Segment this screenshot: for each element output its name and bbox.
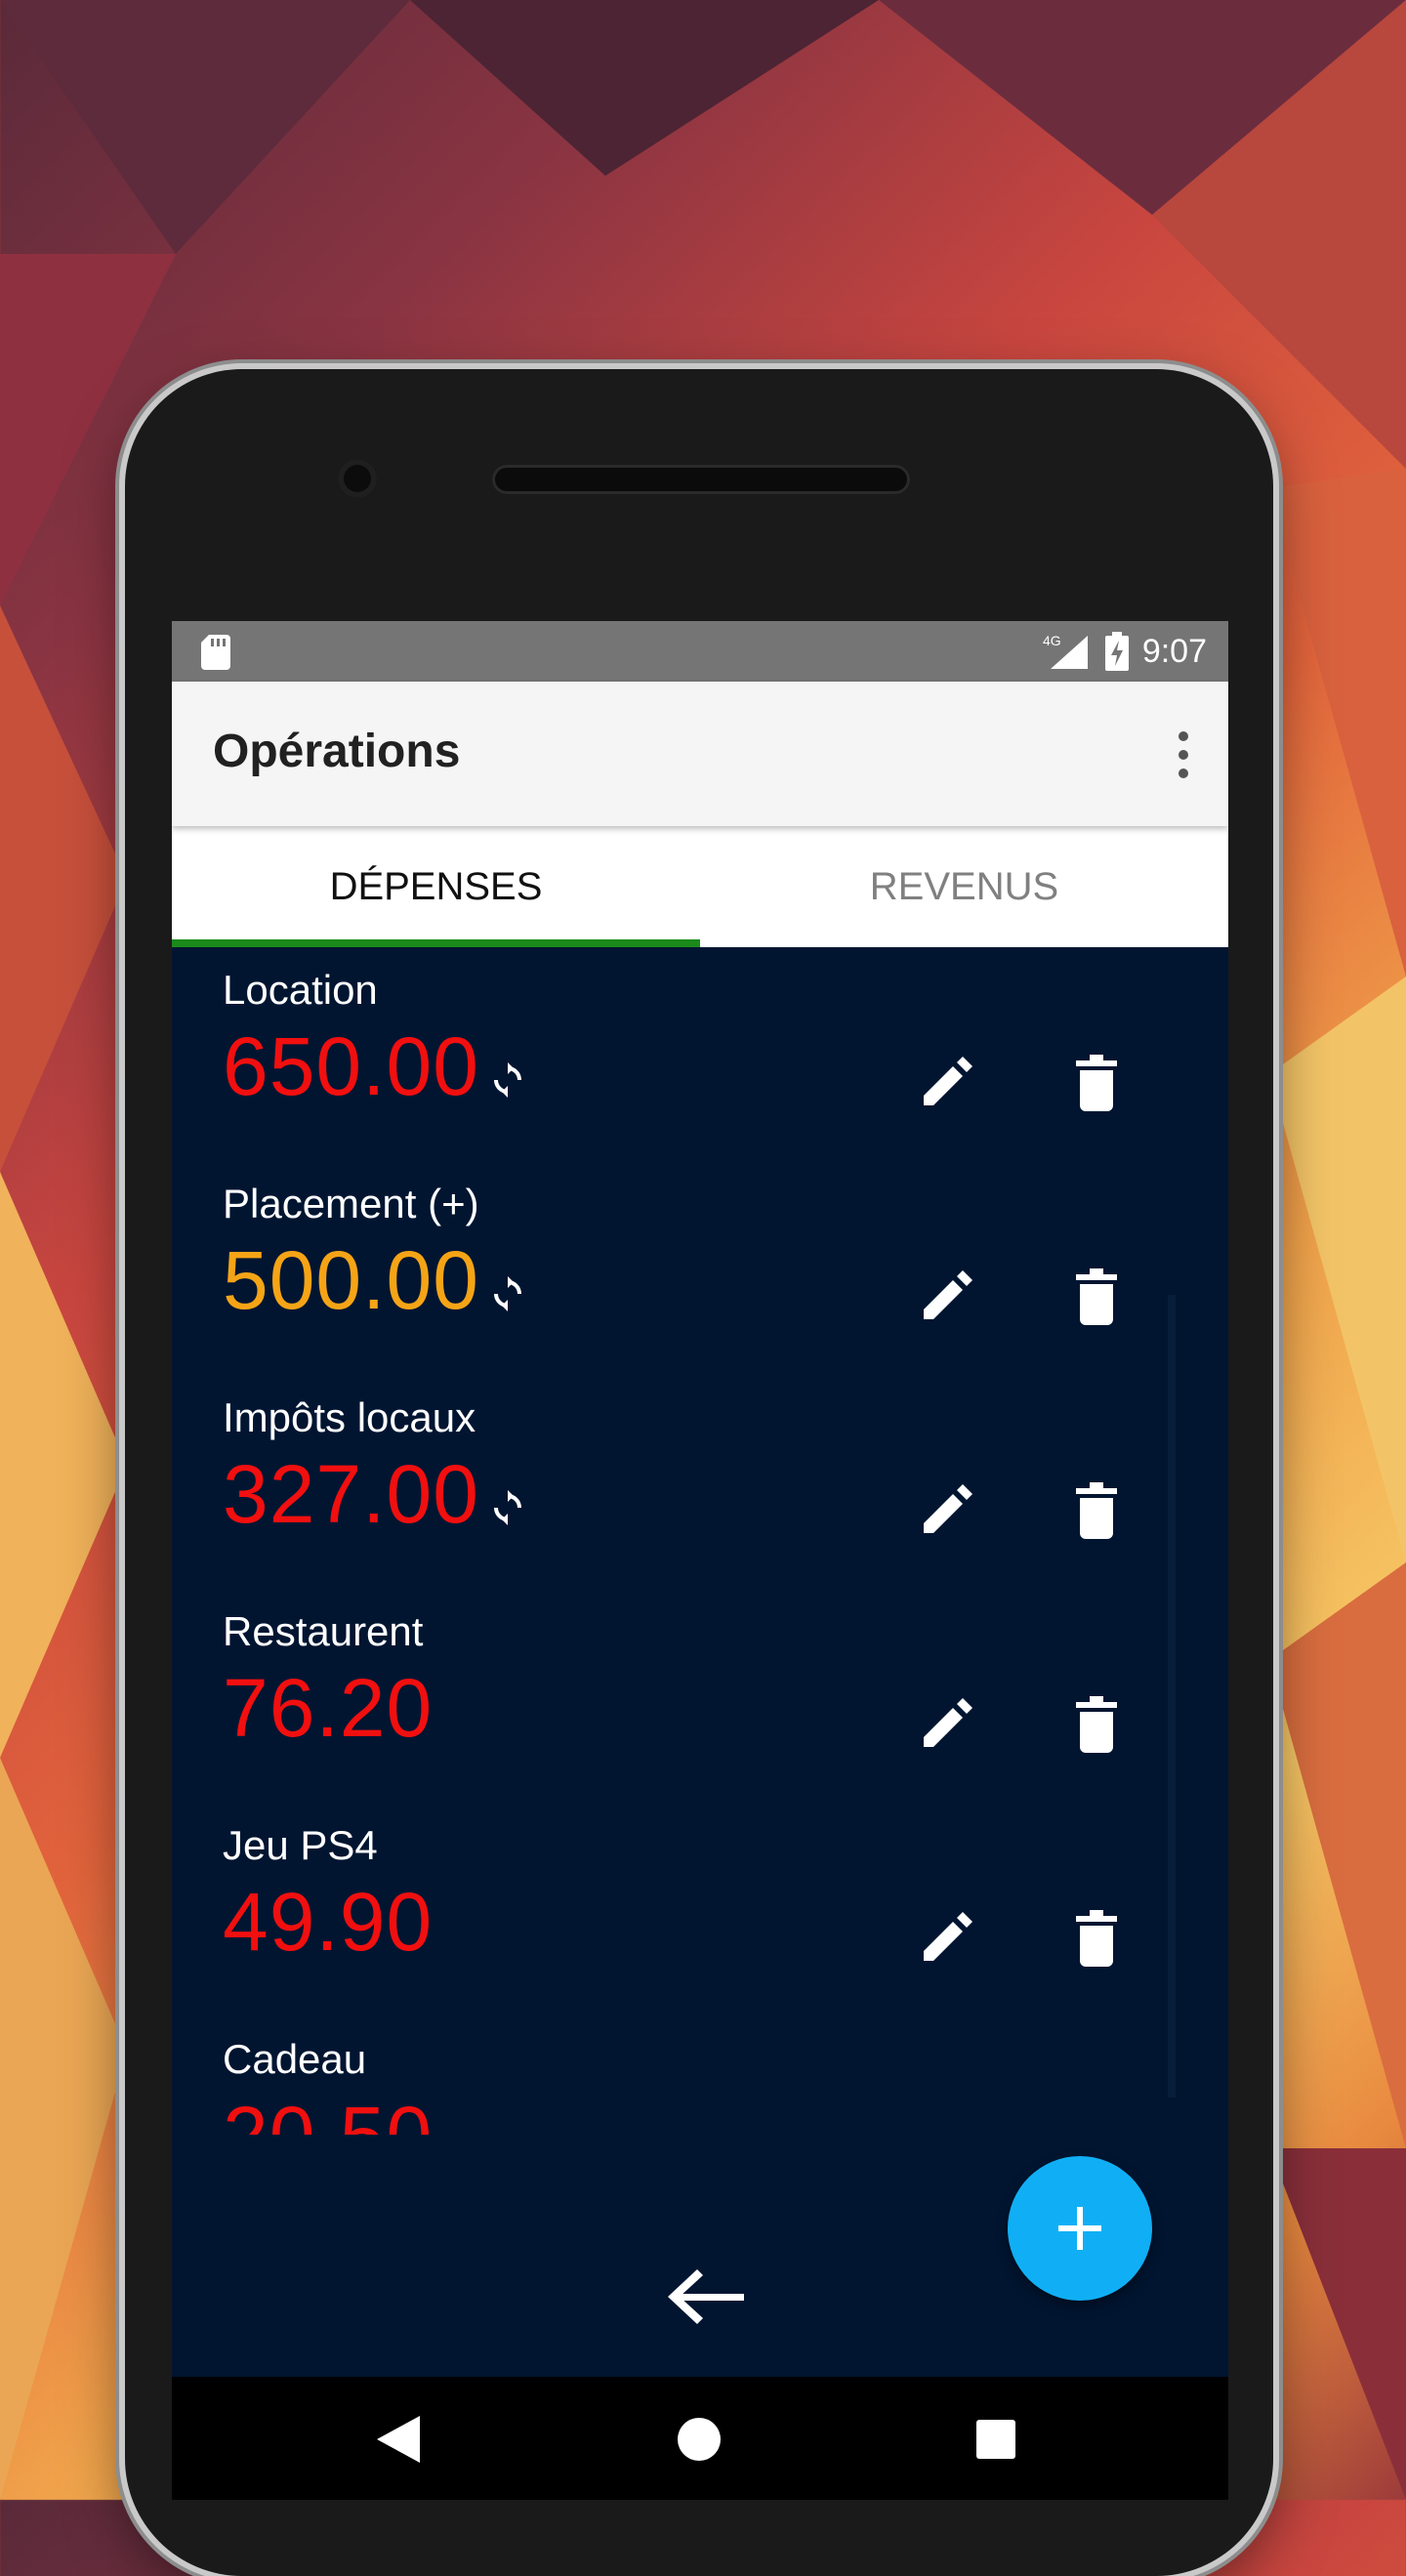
nav-home-icon[interactable] [678, 2418, 721, 2461]
arrow-back-icon[interactable] [668, 2267, 746, 2326]
add-expense-button[interactable] [1008, 2156, 1152, 2301]
tab-bar: DÉPENSES REVENUS [172, 826, 1228, 947]
expense-list[interactable]: Location 650.00 Placement (+) 500.00 Imp… [172, 947, 1228, 2135]
front-camera [338, 459, 377, 498]
recurring-icon [494, 1490, 521, 1525]
edit-icon[interactable] [918, 1270, 972, 1325]
expense-label: Location [223, 967, 378, 1013]
recurring-icon [494, 1276, 521, 1311]
edit-icon[interactable] [918, 1484, 972, 1539]
status-bar: 4G 9:07 [172, 621, 1228, 682]
expense-label: Placement (+) [223, 1181, 479, 1226]
edit-icon[interactable] [918, 1912, 972, 1967]
nav-back-icon[interactable] [377, 2416, 420, 2463]
signal-icon: 4G [1043, 633, 1088, 669]
battery-charging-icon [1104, 632, 1129, 671]
list-item: Placement (+) 500.00 [172, 1161, 1228, 1375]
edit-icon[interactable] [918, 1057, 972, 1111]
list-scrollbar[interactable] [1168, 1295, 1176, 2098]
expense-amount: 327.00 [223, 1448, 479, 1540]
list-item: Impôts locaux 327.00 [172, 1375, 1228, 1589]
add-icon [1058, 2207, 1101, 2250]
expense-label: Cadeau [223, 2036, 367, 2082]
edit-icon[interactable] [918, 1698, 972, 1753]
recurring-icon [494, 1062, 521, 1098]
list-item: Location 650.00 [172, 947, 1228, 1161]
delete-icon[interactable] [1076, 1055, 1117, 1111]
earpiece-speaker [492, 465, 910, 494]
system-nav-bar [172, 2377, 1228, 2500]
network-type: 4G [1043, 633, 1061, 648]
expense-amount: 76.20 [223, 1662, 434, 1754]
delete-icon[interactable] [1076, 1696, 1117, 1753]
tab-revenus[interactable]: REVENUS [700, 826, 1228, 947]
expense-label: Restaurent [223, 1608, 424, 1654]
page-title: Opérations [213, 726, 461, 777]
delete-icon[interactable] [1076, 1268, 1117, 1325]
app-screen: 4G 9:07 Opérations DÉPENSES REVENUS Loca… [172, 621, 1228, 2500]
expense-amount: 49.90 [223, 1876, 434, 1968]
expense-amount: 20.50 [223, 2089, 433, 2135]
expense-label: Impôts locaux [223, 1394, 476, 1440]
sd-card-icon [201, 635, 230, 670]
expense-amount: 500.00 [223, 1234, 479, 1326]
app-bar: Opérations [172, 682, 1228, 826]
delete-icon[interactable] [1076, 1910, 1117, 1967]
status-time: 9:07 [1141, 632, 1207, 670]
list-item: Cadeau 20.50 [172, 2016, 1228, 2135]
list-item: Jeu PS4 49.90 [172, 1803, 1228, 2016]
tab-depenses[interactable]: DÉPENSES [172, 826, 700, 947]
expense-amount: 650.00 [223, 1020, 479, 1112]
more-vert-icon[interactable] [1178, 730, 1189, 779]
expense-label: Jeu PS4 [223, 1822, 378, 1868]
nav-recents-icon[interactable] [976, 2420, 1015, 2459]
delete-icon[interactable] [1076, 1482, 1117, 1539]
list-item: Restaurent 76.20 [172, 1589, 1228, 1803]
